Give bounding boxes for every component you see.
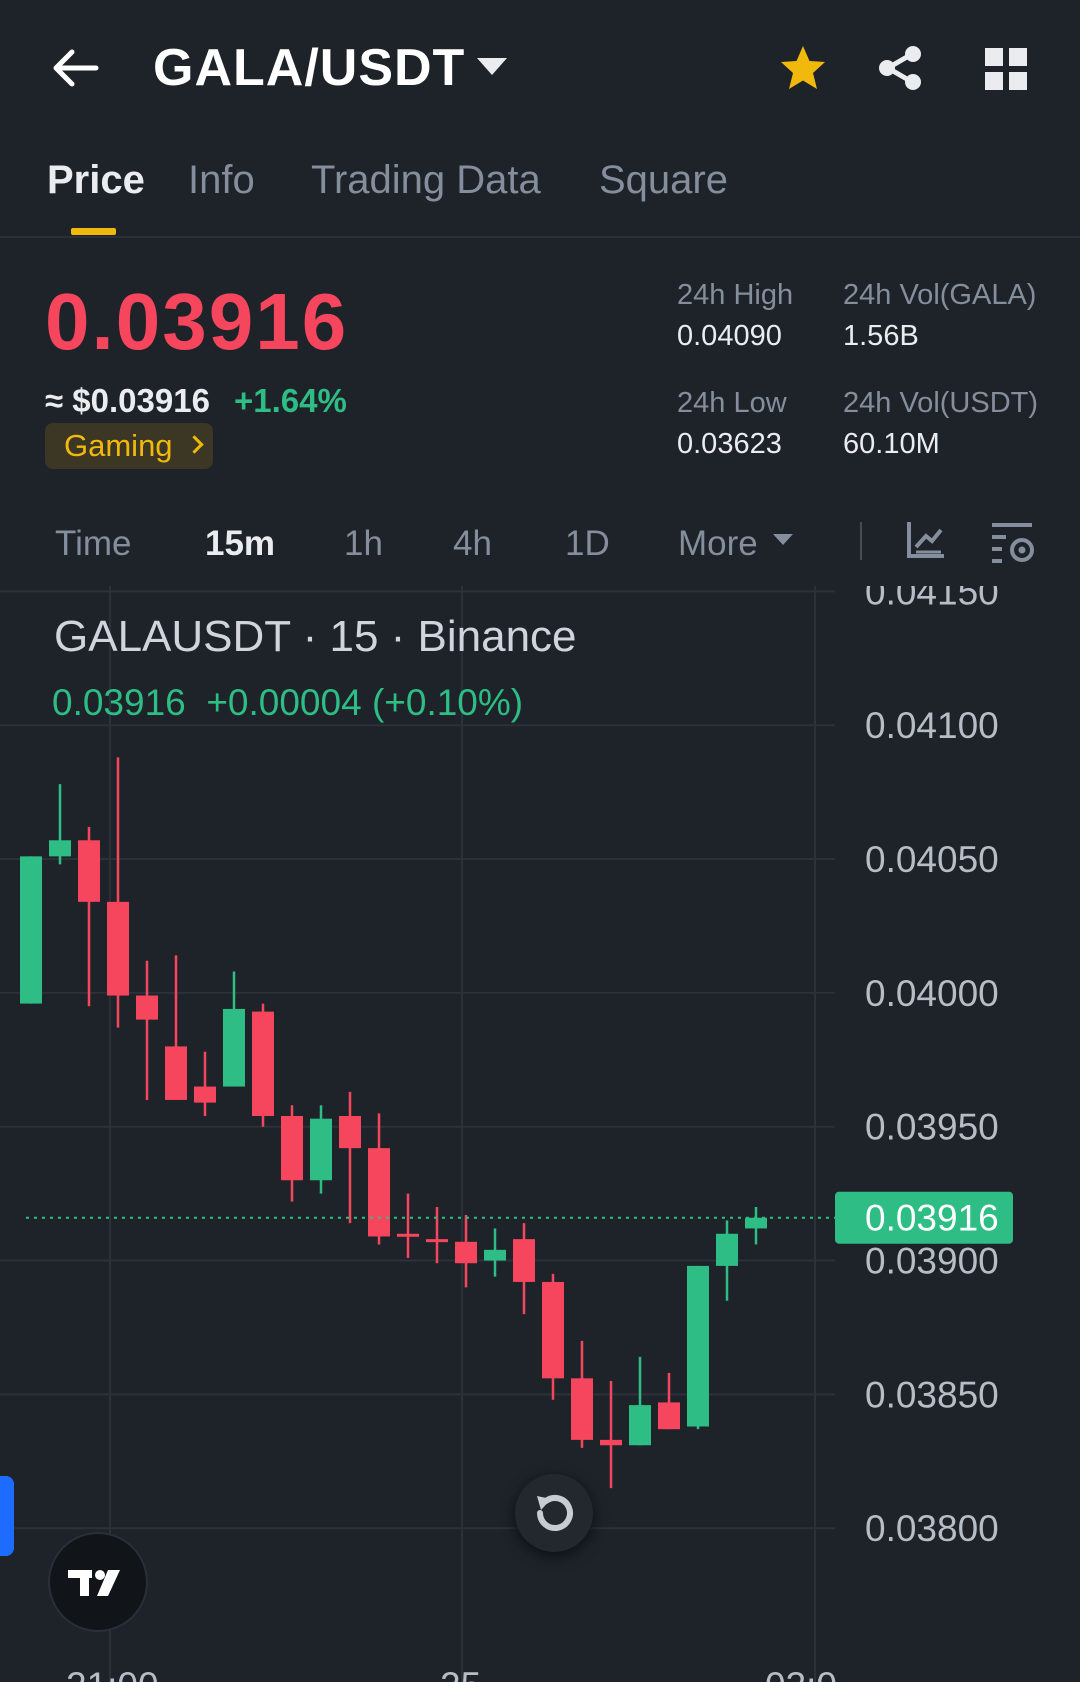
candle-body [368, 1148, 390, 1237]
x-tick-label: 25 [440, 1665, 481, 1682]
interval-time[interactable]: Time [55, 524, 131, 564]
x-tick-label: 21:00 [66, 1665, 159, 1682]
price-change-percent: +1.64% [234, 382, 347, 419]
candle-body [745, 1217, 767, 1229]
vol-gala-value: 1.56B [843, 320, 919, 352]
y-tick-label: 0.03900 [865, 1241, 999, 1282]
candle-body [397, 1233, 419, 1237]
y-tick-label: 0.03800 [865, 1508, 999, 1549]
share-icon[interactable] [876, 44, 924, 92]
tradingview-logo-icon[interactable] [48, 1532, 148, 1632]
high-label: 24h High [677, 279, 794, 311]
low-label: 24h Low [677, 387, 787, 419]
candle-body [107, 901, 129, 996]
more-dropdown-icon[interactable] [773, 534, 793, 545]
y-tick-label: 0.03950 [865, 1107, 999, 1148]
candle-body [658, 1402, 680, 1430]
active-tab-indicator [71, 228, 116, 235]
candle-body [571, 1378, 593, 1440]
current-price-label: 0.03916 [865, 1198, 999, 1239]
candle-body [49, 840, 71, 857]
interval-15m[interactable]: 15m [205, 524, 275, 564]
y-tick-label: 0.04050 [865, 839, 999, 880]
candle-body [513, 1239, 535, 1282]
interval-1d[interactable]: 1D [565, 524, 610, 564]
chart-price-change: 0.03916 +0.00004 (+0.10%) [52, 682, 523, 724]
candle-body [542, 1281, 564, 1379]
candle-body [484, 1249, 506, 1261]
candle-body [252, 1011, 274, 1116]
usd-approx-price: ≈ $0.03916 [45, 382, 210, 419]
back-arrow-icon[interactable] [48, 40, 104, 96]
interval-4h[interactable]: 4h [453, 524, 492, 564]
side-panel-handle[interactable] [0, 1476, 14, 1556]
pair-dropdown-icon[interactable] [477, 58, 507, 75]
interval-1h[interactable]: 1h [344, 524, 383, 564]
y-tick-label: 0.04150 [865, 586, 999, 612]
candle-body [310, 1118, 332, 1181]
star-favorite-icon[interactable] [778, 43, 828, 93]
tab-price[interactable]: Price [47, 158, 145, 203]
y-tick-label: 0.04000 [865, 973, 999, 1014]
last-price: 0.03916 [45, 277, 349, 366]
candle-body [165, 1046, 187, 1100]
candle-body [629, 1405, 651, 1446]
chart-title: GALAUSDT · 15 · Binance [54, 612, 577, 661]
reset-chart-icon[interactable] [515, 1474, 593, 1552]
vol-usdt-label: 24h Vol(USDT) [843, 387, 1039, 419]
interval-more[interactable]: More [678, 524, 758, 564]
candle-body [136, 995, 158, 1020]
low-value: 0.03623 [677, 428, 782, 460]
chart-settings-icon[interactable] [990, 519, 1036, 565]
tabs-divider [0, 236, 1080, 238]
pair-title[interactable]: GALA/USDT [153, 38, 465, 98]
tab-square[interactable]: Square [599, 158, 728, 203]
candle-body [223, 1008, 245, 1087]
candle-body [426, 1239, 448, 1243]
candle-body [455, 1241, 477, 1264]
candle-body [194, 1086, 216, 1103]
candle-body [20, 856, 42, 1004]
candle-body [281, 1116, 303, 1181]
indicator-icon[interactable] [906, 519, 946, 559]
chart-last-price: 0.03916 [52, 682, 186, 723]
candle-body [339, 1116, 361, 1149]
candle-body [687, 1265, 709, 1427]
y-tick-label: 0.03850 [865, 1374, 999, 1415]
candle-body [600, 1439, 622, 1446]
chart-change: +0.00004 (+0.10%) [206, 682, 524, 723]
candle-body [716, 1233, 738, 1266]
interval-separator [860, 522, 862, 560]
grid-menu-icon[interactable] [985, 48, 1027, 90]
x-tick-label: 03:0 [765, 1665, 837, 1682]
high-value: 0.04090 [677, 320, 782, 352]
y-tick-label: 0.04100 [865, 705, 999, 746]
vol-gala-label: 24h Vol(GALA) [843, 279, 1037, 311]
vol-usdt-value: 60.10M [843, 428, 940, 460]
candle-body [78, 840, 100, 902]
tab-trading-data[interactable]: Trading Data [311, 158, 541, 203]
tab-info[interactable]: Info [188, 158, 255, 203]
